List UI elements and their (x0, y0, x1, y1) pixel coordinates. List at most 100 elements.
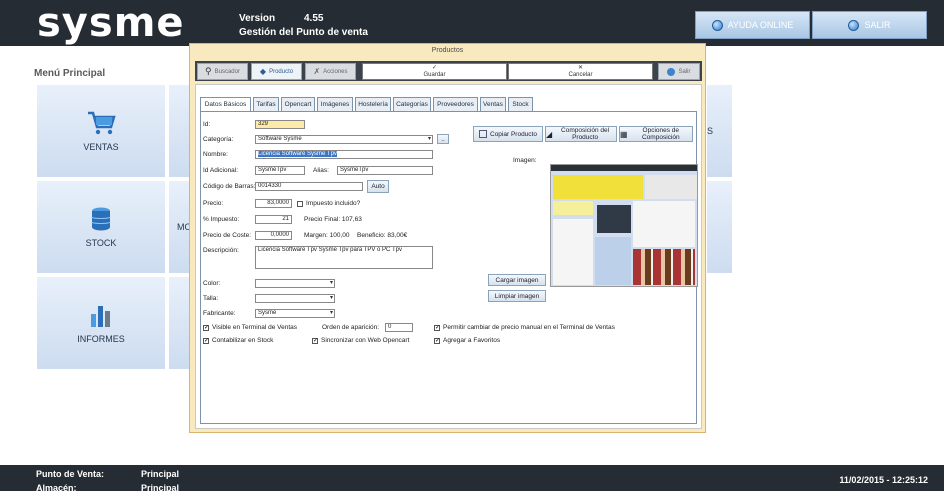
id-adicional-field[interactable]: SysmeTpv (255, 166, 305, 175)
descripcion-textarea[interactable]: Licencia Software Tpv Sysme Tpv para TPV… (255, 246, 433, 269)
nombre-label: Nombre: (203, 151, 228, 158)
permitir-checkbox[interactable]: ✓ (434, 325, 440, 331)
copiar-producto-button[interactable]: Copiar Producto (473, 126, 543, 142)
descripcion-label: Descripción: (203, 247, 239, 254)
power-icon (848, 19, 860, 31)
beneficio: Beneficio: 83,00€ (357, 232, 408, 239)
shopping-cart-icon (88, 111, 116, 135)
id-label: Id: (203, 121, 211, 128)
pos-value: Principal (141, 469, 180, 479)
talla-label: Talla: (203, 295, 219, 302)
contabilizar-checkbox[interactable]: ✓ (203, 338, 209, 344)
window-toolbar: ⚲ Buscador ◆ Producto ✗ Acciones ✓ Guardar ✕… (195, 61, 702, 81)
app-subtitle: Gestión del Punto de venta (239, 27, 368, 38)
tag-icon: ◆ (259, 67, 267, 76)
tile-ventas[interactable]: VENTAS (36, 84, 166, 178)
tile-mo[interactable]: MO (168, 180, 192, 274)
impuesto-incluido-checkbox[interactable] (297, 201, 303, 207)
nombre-field[interactable]: Licencia Software Sysme Tpv (255, 150, 433, 159)
triangle-icon: ◢ (546, 129, 553, 139)
tile-right-2[interactable] (706, 180, 733, 274)
fabricante-label: Fabricante: (203, 310, 236, 317)
tile-informes[interactable]: INFORMES (36, 276, 166, 370)
status-bar: Punto de Venta: Principal Almacén: Princ… (0, 465, 944, 493)
tab-tarifas[interactable]: Tarifas (253, 97, 279, 112)
id-field[interactable]: 329 (255, 120, 305, 129)
tile-right-1[interactable]: S (706, 84, 733, 178)
alias-field[interactable]: SysmeTpv (337, 166, 433, 175)
window-title: Productos (431, 47, 464, 54)
impuesto-field[interactable]: 21 (255, 215, 292, 224)
products-window: Productos ⚲ Buscador ◆ Producto ✗ Acciones … (189, 43, 706, 433)
auto-button[interactable]: Auto (367, 180, 389, 193)
precio-field[interactable]: 83,0000 (255, 199, 292, 208)
version-number: 4.55 (304, 13, 324, 24)
tab-opencart[interactable]: Opencart (281, 97, 315, 112)
check-icon: ✓ (431, 65, 438, 71)
categoria-label: Categoría: (203, 136, 234, 143)
color-label: Color: (203, 280, 221, 287)
tile-stock[interactable]: STOCK (36, 180, 166, 274)
datetime: 11/02/2015 - 12:25:12 (839, 475, 928, 485)
acciones-tab[interactable]: ✗ Acciones (305, 63, 356, 80)
impuesto-incluido-label: Impuesto incluido? (306, 200, 361, 207)
composicion-producto-button[interactable]: ◢ Composición del Producto (545, 126, 617, 142)
buscador-tab[interactable]: ⚲ Buscador (197, 63, 248, 80)
database-icon (91, 207, 111, 231)
tab-datos-basicos[interactable]: Datos Básicos (200, 97, 251, 112)
top-bar: sysme Version 4.55 Gestión del Punto de v… (0, 0, 944, 46)
visible-label: Visible en Terminal de Ventas (212, 324, 298, 331)
tab-categorias[interactable]: Categorías (393, 97, 431, 112)
alias-label: Alias: (313, 167, 329, 174)
sincronizar-checkbox[interactable]: ✓ (312, 338, 318, 344)
copy-icon (479, 130, 487, 138)
codigo-barras-field[interactable]: 0014330 (255, 182, 363, 191)
impuesto-label: % Impuesto: (203, 216, 240, 223)
search-icon: ⚲ (205, 66, 212, 76)
tab-proveedores[interactable]: Proveedores (433, 97, 478, 112)
limpiar-imagen-button[interactable]: Limpiar imagen (488, 290, 546, 302)
coste-field[interactable]: 0,0000 (255, 231, 292, 240)
codigo-barras-label: Código de Barras: (203, 183, 256, 190)
tile-hidden-3[interactable] (168, 276, 190, 370)
tile-hidden-1[interactable] (168, 84, 190, 178)
guardar-button[interactable]: ✓ Guardar (362, 63, 507, 80)
tab-imagenes[interactable]: Imágenes (317, 97, 353, 112)
datos-basicos-panel: Id: 329 Categoría: Software Sysme .. Nom… (200, 111, 698, 424)
categoria-more-button[interactable]: .. (437, 134, 449, 144)
color-select[interactable] (255, 279, 335, 288)
sincronizar-label: Sincronizar con Web Opencart (321, 337, 410, 344)
fabricante-select[interactable]: Sysme (255, 309, 335, 318)
visible-checkbox[interactable]: ✓ (203, 325, 209, 331)
bar-chart-icon (91, 306, 110, 327)
precio-label: Precio: (203, 200, 224, 207)
categoria-select[interactable]: Software Sysme (255, 135, 433, 144)
salir-button[interactable]: Salir (658, 63, 700, 80)
orden-field[interactable]: 0 (385, 323, 413, 332)
help-online-button[interactable]: AYUDA ONLINE (695, 11, 810, 39)
orden-label: Orden de aparición: (322, 324, 380, 331)
exit-button[interactable]: SALIR (812, 11, 927, 39)
power-icon (667, 67, 676, 76)
main-menu-title: Menú Principal (34, 68, 106, 79)
x-icon: ✕ (577, 65, 584, 71)
contabilizar-label: Contabilizar en Stock (212, 337, 274, 344)
id-adicional-label: Id Adicional: (203, 167, 239, 174)
store-label: Almacén: (36, 483, 77, 493)
opciones-composicion-button[interactable]: ▦ Opciones de Composición (619, 126, 693, 142)
permitir-label: Permitir cambiar de precio manual en el … (443, 324, 615, 331)
cancelar-button[interactable]: ✕ Cancelar (508, 63, 653, 80)
tab-hosteleria[interactable]: Hostelería (355, 97, 391, 112)
product-form-area: Datos Básicos Tarifas Opencart Imágenes … (195, 84, 702, 429)
tab-stock[interactable]: Stock (508, 97, 533, 112)
tools-icon: ✗ (313, 67, 321, 76)
sysme-logo: sysme (37, 0, 185, 46)
cargar-imagen-button[interactable]: Cargar imagen (488, 274, 546, 286)
precio-final: Precio Final: 107,63 (304, 216, 362, 223)
talla-select[interactable] (255, 294, 335, 303)
agregar-favoritos-checkbox[interactable]: ✓ (434, 338, 440, 344)
tab-ventas[interactable]: Ventas (480, 97, 506, 112)
margen: Margen: 100,00 (304, 232, 350, 239)
product-image-preview (550, 164, 698, 287)
producto-tab[interactable]: ◆ Producto (251, 63, 302, 80)
